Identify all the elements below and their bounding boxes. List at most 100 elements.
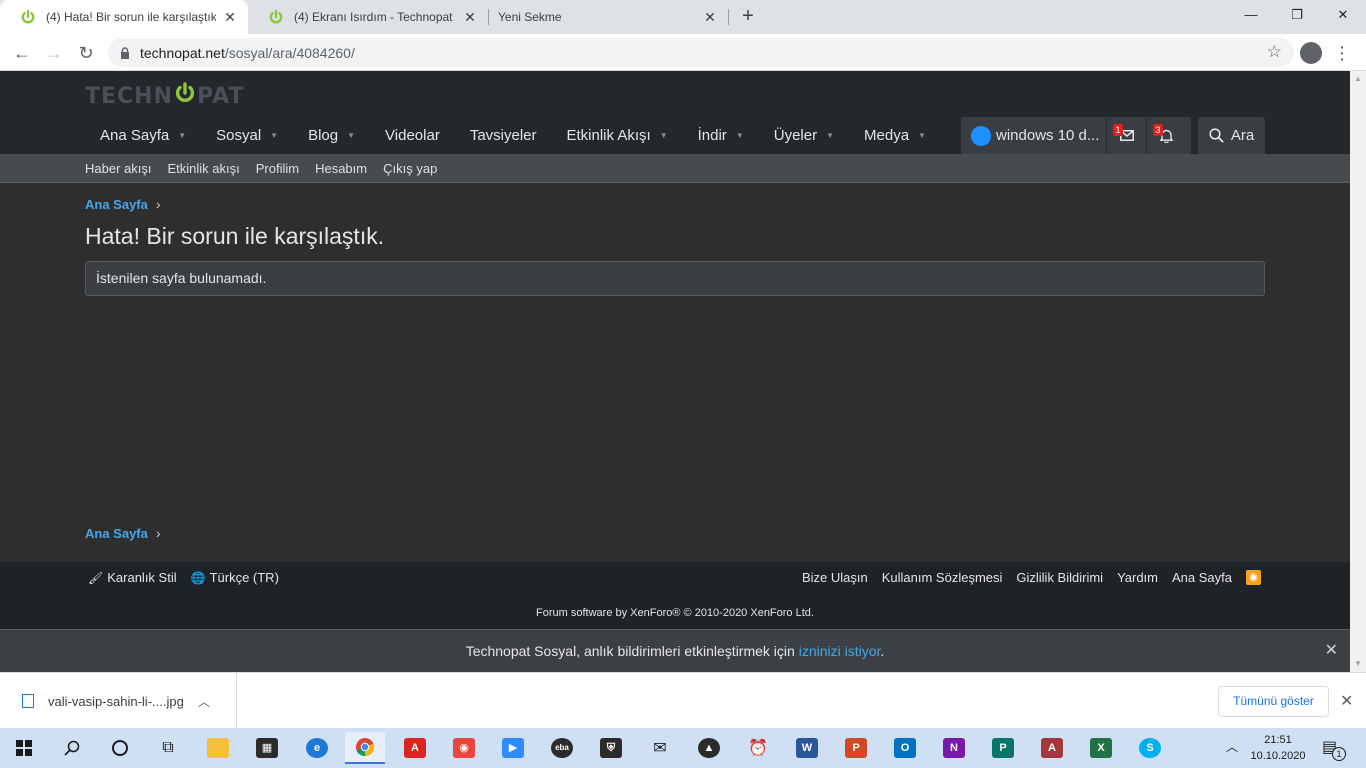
restore-icon[interactable]: ❐ [1274, 0, 1320, 30]
user-avatar-icon[interactable] [971, 125, 991, 146]
nav-label: Blog [308, 127, 339, 144]
download-item[interactable]: vali-vasip-sahin-li-....jpg ︿ [0, 673, 237, 729]
nav-uyeler[interactable]: Üyeler ▼ [759, 117, 849, 154]
edge-icon[interactable]: e [297, 732, 337, 764]
reload-icon[interactable]: ↻ [72, 39, 100, 67]
page-scrollbar[interactable]: ▲ ▼ [1350, 71, 1366, 672]
push-notification-notice: Technopat Sosyal, anlık bildirimleri etk… [0, 629, 1350, 672]
nav-indir[interactable]: İndir ▼ [683, 117, 759, 154]
store-icon[interactable]: ▦ [247, 732, 287, 764]
tab-new-tab[interactable]: Yeni Sekme ✕ [488, 0, 728, 34]
show-hidden-icons-chevron-icon[interactable]: ︿ [1226, 738, 1238, 755]
excel-icon[interactable]: X [1081, 732, 1121, 764]
username-link[interactable]: windows 10 d... [996, 127, 1106, 144]
new-tab-plus-icon[interactable]: + [736, 5, 760, 29]
footer-link-privacy[interactable]: Gizlilik Bildirimi [1016, 570, 1103, 585]
footer-link-help[interactable]: Yardım [1117, 570, 1158, 585]
notice-close-icon[interactable]: ✕ [1325, 630, 1338, 672]
download-bar-close-icon[interactable]: ✕ [1340, 691, 1353, 711]
alerts-badge: 3 [1153, 124, 1163, 136]
nav-tavsiyeler[interactable]: Tavsiyeler [455, 117, 552, 154]
chrome-menu-icon[interactable]: ⋮ [1332, 39, 1352, 67]
outlook-icon[interactable]: O [885, 732, 925, 764]
file-explorer-icon[interactable] [198, 732, 238, 764]
nav-label: Üyeler [773, 127, 818, 144]
nav-sosyal[interactable]: Sosyal ▼ [201, 117, 293, 154]
breadcrumb-link[interactable]: Ana Sayfa [85, 526, 148, 541]
tab-strip: (4) Hata! Bir sorun ile karşılaştık. | T… [0, 0, 1366, 34]
publisher-icon[interactable]: P [983, 732, 1023, 764]
onenote-icon[interactable]: N [934, 732, 974, 764]
search-button[interactable]: Ara [1198, 117, 1265, 154]
eba-icon[interactable]: eba [542, 732, 582, 764]
error-message: İstenilen sayfa bulunamadı. [96, 270, 267, 286]
caret-down-icon[interactable]: ▼ [736, 131, 744, 140]
chevron-right-icon: › [155, 196, 161, 212]
profile-avatar-icon[interactable] [1300, 42, 1322, 64]
caret-down-icon[interactable]: ▼ [826, 131, 834, 140]
photo-app-icon[interactable]: ◉ [444, 732, 484, 764]
word-icon[interactable]: W [787, 732, 827, 764]
skype-icon[interactable]: S [1130, 732, 1170, 764]
windows-start-icon[interactable] [4, 732, 44, 764]
subnav-cikis-yap[interactable]: Çıkış yap [383, 161, 437, 176]
footer-link-contact[interactable]: Bize Ulaşın [802, 570, 868, 585]
chrome-icon[interactable] [345, 732, 385, 764]
nav-blog[interactable]: Blog ▼ [293, 117, 370, 154]
tab-close-icon[interactable]: ✕ [462, 9, 478, 25]
back-arrow-icon[interactable]: ← [8, 39, 36, 67]
tab-close-icon[interactable]: ✕ [222, 9, 238, 25]
alarm-clock-icon[interactable]: ⏰ [738, 732, 778, 764]
style-chooser-link[interactable]: 🖌 Karanlık Stil [88, 570, 177, 585]
rss-icon[interactable]: ◉ [1246, 570, 1261, 585]
caret-down-icon[interactable]: ▼ [178, 131, 186, 140]
tab-ekrani-isirdim[interactable]: (4) Ekranı Isırdım - Technopat Sosya ✕ [248, 0, 488, 34]
nav-videolar[interactable]: Videolar [370, 117, 455, 154]
caret-down-icon[interactable]: ▼ [347, 131, 355, 140]
language-chooser-link[interactable]: 🌐 Türkçe (TR) [191, 570, 279, 585]
nav-label: Videolar [385, 127, 440, 144]
footer-link-home[interactable]: Ana Sayfa [1172, 570, 1232, 585]
show-all-downloads-button[interactable]: Tümünü göster [1218, 686, 1329, 717]
technopat-logo[interactable]: TECHN PAT [85, 82, 244, 110]
access-icon[interactable]: A [1032, 732, 1072, 764]
forward-arrow-icon[interactable]: → [40, 39, 68, 67]
nav-ana-sayfa[interactable]: Ana Sayfa ▼ [85, 117, 201, 154]
chevron-up-icon[interactable]: ︿ [198, 693, 210, 710]
shield-icon[interactable]: ⛨ [591, 732, 631, 764]
zoom-icon[interactable]: ▶ [493, 732, 533, 764]
subnav-profilim[interactable]: Profilim [256, 161, 299, 176]
tab-close-icon[interactable]: ✕ [702, 9, 718, 25]
subnav-haber-akisi[interactable]: Haber akışı [85, 161, 151, 176]
subnav-hesabim[interactable]: Hesabım [315, 161, 367, 176]
caret-down-icon[interactable]: ▼ [660, 131, 668, 140]
nav-medya[interactable]: Medya ▼ [849, 117, 941, 154]
address-bar[interactable]: technopat.net/sosyal/ara/4084260/ ☆ [108, 38, 1294, 67]
scroll-up-icon[interactable]: ▲ [1350, 71, 1366, 87]
caret-down-icon[interactable]: ▼ [270, 131, 278, 140]
subnav-etkinlik-akisi[interactable]: Etkinlik akışı [167, 161, 239, 176]
scroll-down-icon[interactable]: ▼ [1350, 656, 1366, 672]
breadcrumb-link[interactable]: Ana Sayfa [85, 197, 148, 212]
window-close-icon[interactable]: ✕ [1320, 0, 1366, 30]
tab-title: Yeni Sekme [498, 10, 562, 24]
cortana-icon[interactable] [100, 732, 140, 764]
tab-title: (4) Ekranı Isırdım - Technopat Sosya [294, 10, 456, 24]
photos-icon[interactable]: ▲ [689, 732, 729, 764]
caret-down-icon[interactable]: ▼ [918, 131, 926, 140]
acrobat-icon[interactable]: A [395, 732, 435, 764]
minimize-icon[interactable]: — [1228, 0, 1274, 30]
inbox-button[interactable]: 1 [1106, 117, 1146, 154]
action-center-icon[interactable]: ▤ 1 [1322, 737, 1346, 761]
footer-link-terms[interactable]: Kullanım Sözleşmesi [882, 570, 1003, 585]
mail-icon[interactable]: ✉ [640, 732, 680, 764]
nav-etkinlik-akisi[interactable]: Etkinlik Akışı ▼ [552, 117, 683, 154]
powerpoint-icon[interactable]: P [836, 732, 876, 764]
alerts-button[interactable]: 3 [1146, 117, 1186, 154]
system-clock[interactable]: 21:51 10.10.2020 [1250, 732, 1306, 764]
task-view-icon[interactable]: ⧉ [148, 732, 188, 764]
tab-error-page[interactable]: (4) Hata! Bir sorun ile karşılaştık. | T… [0, 0, 248, 34]
notice-permission-link[interactable]: izninizi istiyor [799, 643, 881, 659]
search-icon[interactable] [52, 732, 92, 764]
bookmark-star-icon[interactable]: ☆ [1267, 42, 1282, 62]
